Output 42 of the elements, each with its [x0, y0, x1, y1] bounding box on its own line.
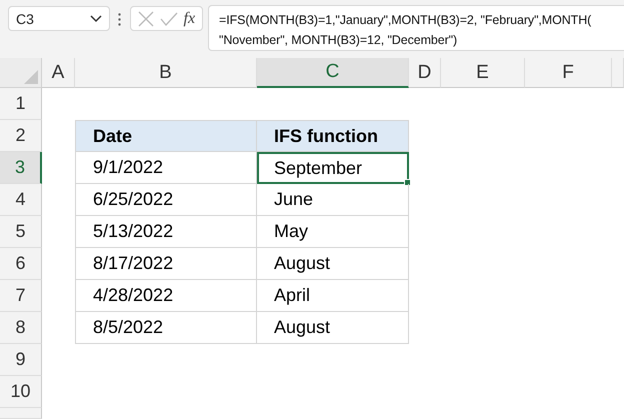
column-header[interactable]: D [409, 58, 441, 88]
table-cell: April [257, 280, 409, 312]
active-cell[interactable]: September [257, 152, 409, 184]
row-header[interactable]: 5 [0, 216, 42, 248]
triangle-icon [24, 70, 38, 84]
formula-bar[interactable]: =IFS(MONTH(B3)=1,"January",MONTH(B3)=2, "February",MONTH( "November", MONTH(B3)=12, "December") [208, 5, 624, 51]
row-header[interactable]: 3 [0, 152, 42, 184]
fill-handle[interactable] [404, 179, 411, 186]
row-header[interactable]: 8 [0, 312, 42, 344]
checkmark-icon[interactable] [160, 12, 178, 26]
row-header[interactable] [0, 408, 42, 419]
row-header[interactable]: 1 [0, 88, 42, 120]
row-header[interactable]: 9 [0, 344, 42, 376]
cancel-icon[interactable] [138, 10, 154, 26]
select-all-button[interactable] [0, 58, 42, 88]
row-header[interactable]: 2 [0, 120, 42, 152]
more-options-icon[interactable] [118, 13, 121, 26]
row-header[interactable]: 4 [0, 184, 42, 216]
column-header[interactable]: C [257, 58, 409, 88]
table-cell: 4/28/2022 [75, 280, 257, 312]
column-heading: Date [75, 120, 257, 152]
table-cell: August [257, 248, 409, 280]
column-header[interactable]: A [42, 58, 75, 88]
column-heading: IFS function [257, 120, 409, 152]
column-header[interactable]: E [441, 58, 525, 88]
table-cell: June [257, 184, 409, 216]
name-box[interactable]: C3 [8, 6, 110, 31]
column-header[interactable]: B [75, 58, 257, 88]
row-header[interactable]: 6 [0, 248, 42, 280]
table-cell: 8/17/2022 [75, 248, 257, 280]
row-header[interactable]: 7 [0, 280, 42, 312]
table-cell: 6/25/2022 [75, 184, 257, 216]
table-cell: 8/5/2022 [75, 312, 257, 344]
table-cell: 9/1/2022 [75, 152, 257, 184]
row-header[interactable]: 10 [0, 376, 42, 408]
column-header[interactable] [612, 58, 624, 88]
table-cell: 5/13/2022 [75, 216, 257, 248]
table-cell: May [257, 216, 409, 248]
caret-icon [90, 14, 102, 22]
table-cell: August [257, 312, 409, 344]
insert-function-button[interactable]: fx [184, 10, 196, 28]
column-header[interactable]: F [525, 58, 612, 88]
